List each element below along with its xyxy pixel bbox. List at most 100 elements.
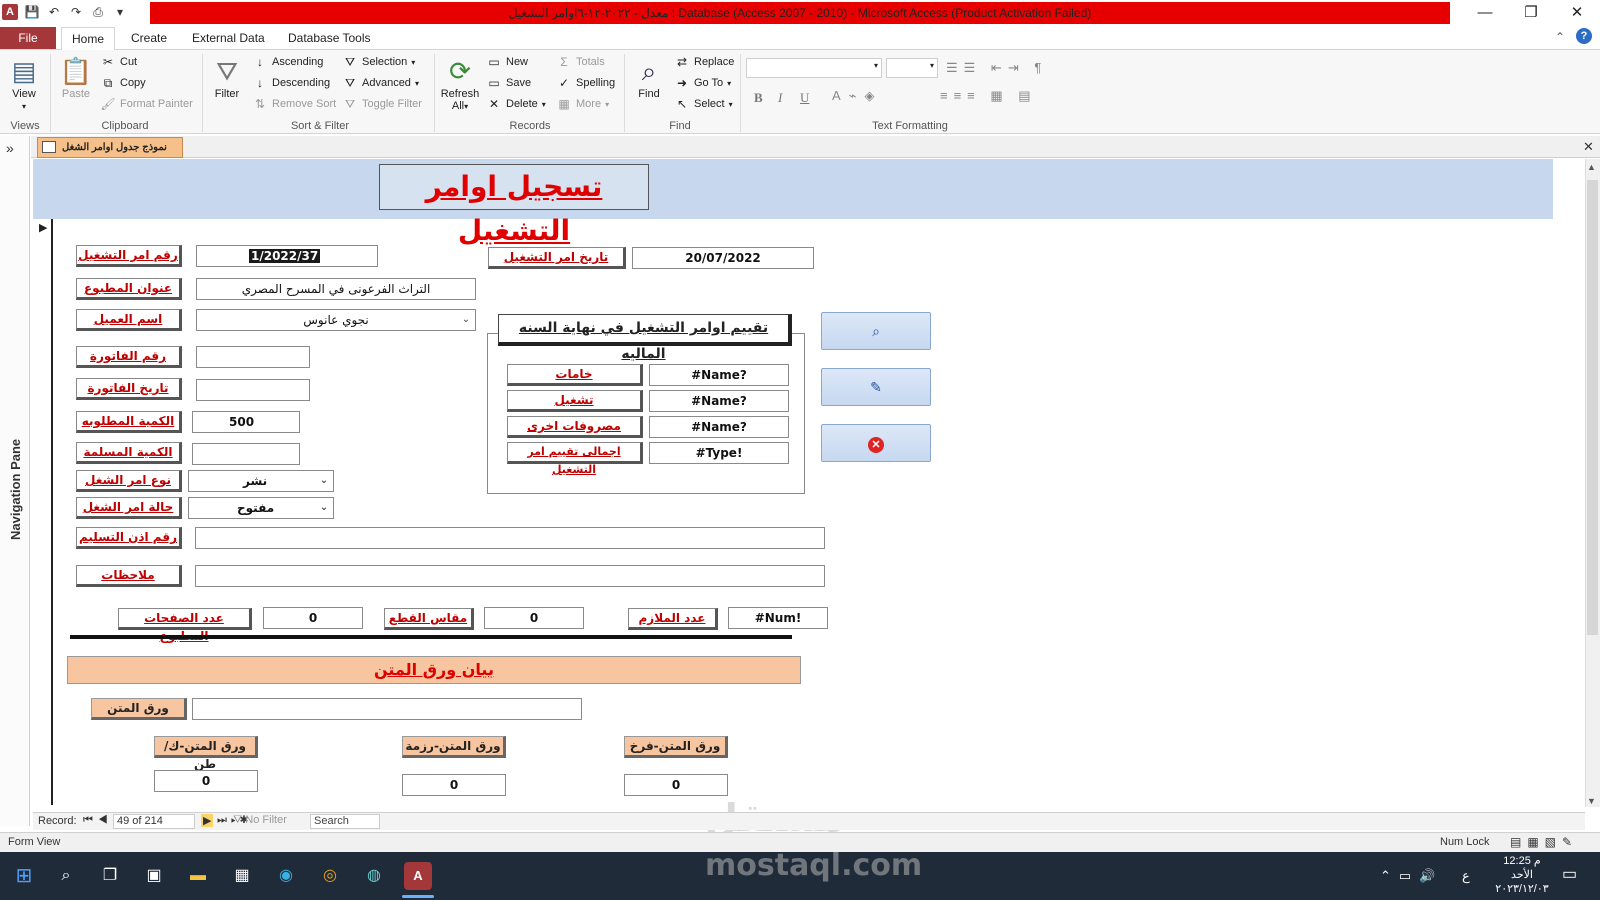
edit-record-button[interactable]: ✎ <box>821 368 931 406</box>
scroll-up-icon[interactable]: ▲ <box>1587 162 1596 172</box>
task-view-icon[interactable]: ❐ <box>96 862 124 890</box>
record-position-field[interactable]: 49 of 214 <box>113 814 195 829</box>
restore-button[interactable]: ❐ <box>1508 0 1554 26</box>
chrome-browser-icon[interactable]: ◎ <box>316 862 344 890</box>
taskbar-clock[interactable]: 12:25 م الأحد ٢٠٢٣/١٢/٠٣ <box>1490 854 1554 896</box>
tab-home[interactable]: Home <box>61 27 116 51</box>
list-format-icons[interactable]: ☰☰ ⇤⇥ ¶ <box>946 60 1047 76</box>
document-tab[interactable]: نموذج جدول اوامر الشغل <box>37 137 183 158</box>
chevron-down-icon[interactable]: ⌄ <box>315 471 333 491</box>
pages-value[interactable]: 0 <box>263 607 363 629</box>
other-expenses-value[interactable]: #Name? <box>649 416 789 438</box>
input-language[interactable]: ع <box>1462 868 1470 884</box>
system-tray-icons[interactable]: ⌃▭🔊 <box>1380 868 1443 884</box>
widgets-icon[interactable]: ▣ <box>140 862 168 890</box>
calculator-icon[interactable]: ▦ <box>228 862 256 890</box>
order-date-field[interactable]: 20/07/2022 <box>632 247 814 269</box>
print-preview-icon[interactable]: ⎙ <box>90 4 106 20</box>
find-button[interactable]: ⌕ Find <box>630 54 668 100</box>
redo-icon[interactable]: ↷ <box>68 4 84 20</box>
chevron-down-icon[interactable]: ⌄ <box>457 310 475 330</box>
tab-file[interactable]: File <box>0 27 56 49</box>
qty-required-field[interactable]: 500 <box>192 411 300 433</box>
font-name-combo[interactable]: ▾ <box>746 58 882 78</box>
scrollbar-thumb[interactable] <box>1587 180 1598 635</box>
edge-browser-icon[interactable]: ◉ <box>272 862 300 890</box>
scroll-down-icon[interactable]: ▼ <box>1587 796 1596 806</box>
navigation-pane-label[interactable]: Navigation Pane <box>8 439 23 540</box>
view-button[interactable]: ▤ View ▾ <box>6 54 42 112</box>
windows-start-icon[interactable]: ⊞ <box>10 862 38 890</box>
operation-value[interactable]: #Name? <box>649 390 789 412</box>
order-status-combo[interactable]: مفتوح ⌄ <box>188 497 334 519</box>
new-record-button[interactable]: ▭ New <box>486 52 528 72</box>
selection-button[interactable]: ⛛ Selection ▾ <box>342 52 415 72</box>
client-combo[interactable]: نجوي عانوس ⌄ <box>196 309 476 331</box>
access-app-icon[interactable]: A <box>2 4 18 20</box>
customize-toolbar-icon[interactable]: ▾ <box>112 4 128 20</box>
taskbar-search-icon[interactable]: ⌕ <box>52 862 80 890</box>
refresh-all-button[interactable]: ⟳ Refresh All▾ <box>438 54 482 112</box>
notification-icon[interactable]: ▭ <box>1562 864 1577 884</box>
sheets-value[interactable]: #Num! <box>728 607 828 629</box>
invoice-date-field[interactable] <box>196 379 310 401</box>
select-button[interactable]: ↖ Select ▾ <box>674 94 733 114</box>
next-record-icon[interactable]: ▶ <box>201 814 214 827</box>
underline-button[interactable]: U <box>800 90 809 106</box>
minimize-ribbon-icon[interactable]: ⌃ <box>1555 30 1565 44</box>
goto-button[interactable]: ➜ Go To ▾ <box>674 73 731 93</box>
delivery-no-field[interactable] <box>195 527 825 549</box>
totals-button[interactable]: Σ Totals <box>556 52 604 72</box>
print-title-field[interactable]: التراث الفرعونى في المسرح المصري <box>196 278 476 300</box>
search-record-button[interactable]: ⌕ <box>821 312 931 350</box>
save-icon[interactable]: 💾 <box>24 4 40 20</box>
spelling-button[interactable]: ✓ Spelling <box>556 73 615 93</box>
no-filter-indicator[interactable]: ⛛ No Filter <box>233 814 287 827</box>
font-color-icons[interactable]: A⌁◈ <box>832 88 883 104</box>
expand-nav-icon[interactable]: » <box>6 140 14 156</box>
font-size-combo[interactable]: ▾ <box>886 58 938 78</box>
cut-button[interactable]: ✂ Cut <box>100 52 137 72</box>
record-search-input[interactable]: Search <box>310 814 380 829</box>
close-document-icon[interactable]: ✕ <box>1583 139 1594 155</box>
close-window-button[interactable]: ✕ <box>1554 0 1600 26</box>
file-explorer-icon[interactable]: ▬ <box>184 862 212 890</box>
help-icon[interactable]: ? <box>1576 28 1592 44</box>
replace-button[interactable]: ⇄ Replace <box>674 52 734 72</box>
access-taskbar-icon[interactable]: A <box>404 862 432 890</box>
order-no-field[interactable]: 1/2022/37 <box>196 245 378 267</box>
globe-app-icon[interactable]: ◍ <box>360 862 388 890</box>
view-switcher-icons[interactable]: ▤▦▧✎ <box>1510 835 1578 849</box>
order-type-combo[interactable]: نشر ⌄ <box>188 470 334 492</box>
italic-button[interactable]: I <box>778 90 782 106</box>
tab-create[interactable]: Create <box>121 27 177 50</box>
invoice-no-field[interactable] <box>196 346 310 368</box>
total-evaluation-value[interactable]: #Type! <box>649 442 789 464</box>
notes-field[interactable] <box>195 565 825 587</box>
record-selector[interactable]: ▶ <box>33 219 53 805</box>
minimize-button[interactable]: — <box>1462 0 1508 26</box>
paper-field[interactable] <box>192 698 582 720</box>
tab-external-data[interactable]: External Data <box>182 27 275 50</box>
alignment-icons[interactable]: ≡≡≡ ▦ ▤ <box>940 88 1037 104</box>
copy-button[interactable]: ⧉ Copy <box>100 73 146 93</box>
format-painter-button[interactable]: 🖌 Format Painter <box>100 94 192 114</box>
advanced-button[interactable]: ⛛ Advanced ▾ <box>342 73 419 93</box>
save-record-button[interactable]: ▭ Save <box>486 73 531 93</box>
delete-record-button[interactable]: ✕ Delete ▾ <box>486 94 546 114</box>
qty-delivered-field[interactable] <box>192 443 300 465</box>
more-button[interactable]: ▦ More ▾ <box>556 94 609 114</box>
close-form-button[interactable]: ✕ <box>821 424 931 462</box>
ascending-button[interactable]: ↓ Ascending <box>252 52 323 72</box>
remove-sort-button[interactable]: ⇅ Remove Sort <box>252 94 336 114</box>
paste-button[interactable]: 📋 Paste <box>58 54 94 100</box>
materials-value[interactable]: #Name? <box>649 364 789 386</box>
paper-kg-value[interactable]: 0 <box>154 770 258 792</box>
descending-button[interactable]: ↓ Descending <box>252 73 330 93</box>
tab-database-tools[interactable]: Database Tools <box>278 27 381 50</box>
toggle-filter-button[interactable]: ⛛ Toggle Filter <box>342 94 422 114</box>
undo-icon[interactable]: ↶ <box>46 4 62 20</box>
chevron-down-icon[interactable]: ⌄ <box>315 498 333 518</box>
paper-ream-value[interactable]: 0 <box>402 774 506 796</box>
first-prev-record-icons[interactable]: ⏮◀ <box>83 814 113 827</box>
